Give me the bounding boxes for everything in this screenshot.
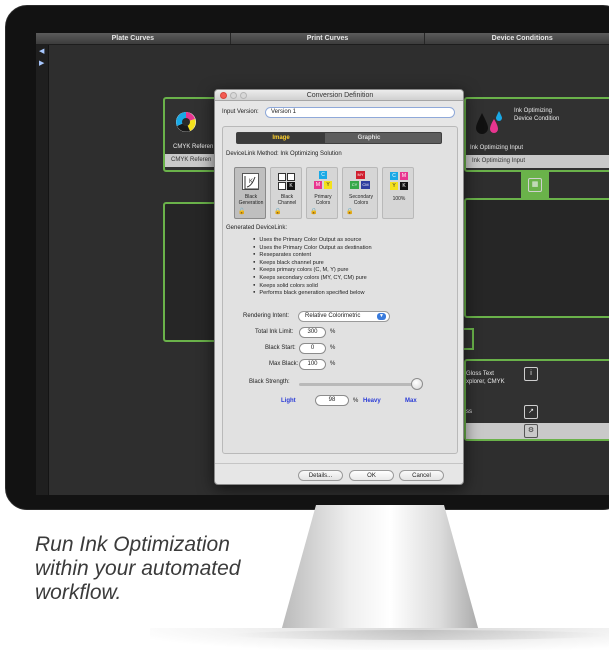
expand-right-icon[interactable]: ▶ [39,59,44,67]
node-bar: Ink Optimizing Input [466,155,609,168]
settings-panel: Image Graphic DeviceLink Method: Ink Opt… [222,126,458,454]
dialog-titlebar: Conversion Definition [215,90,463,101]
marketing-tagline: Run Ink Optimization within your automat… [35,533,295,605]
node-title: CMYK Referen [173,144,214,150]
black-strength-slider-handle[interactable] [410,378,423,390]
method-100-percent[interactable]: C M Y K 100% [382,167,414,219]
light-label: Light [281,398,296,404]
rendering-intent-select[interactable]: Relative Colorimetric ▼ [298,311,390,322]
black-generation-icon: K [242,173,259,190]
collapse-left-icon[interactable]: ◀ [39,47,44,55]
black-strength-label: Black Strength: [249,379,290,385]
node-line3: ss [466,409,472,415]
monitor-stand [280,505,480,635]
total-ink-limit-field[interactable]: 300 [299,327,326,338]
black-channel-icon: K [278,173,295,190]
percent-unit: % [330,329,336,335]
tab-graphic[interactable]: Graphic [325,133,413,143]
conversion-definition-dialog: Conversion Definition Input Version: Ver… [214,89,464,485]
node-line2: xplorer, CMYK [466,379,505,385]
ok-button[interactable]: OK [349,470,394,481]
settings-gear-icon[interactable]: ⚙ [524,424,538,438]
unlock-icon: 🔓 [238,209,246,215]
zoom-window-icon[interactable] [240,92,247,99]
max-black-label: Max Black: [269,361,299,367]
tab-device-conditions[interactable]: Device Conditions [425,33,609,44]
input-version-field[interactable]: Version 1 [265,107,455,118]
rendering-intent-label: Rendering Intent: [243,313,290,319]
method-black-channel[interactable]: K Black Channel 🔒 [270,167,302,219]
black-start-label: Black Start: [265,345,296,351]
secondary-colors-icon: MY CY CM [350,171,370,189]
right-lower-node[interactable] [464,198,609,318]
chevron-down-icon: ▼ [377,313,386,320]
node-subtitle: Ink Optimizing Input [470,145,524,151]
black-strength-field[interactable]: 98 [315,395,349,406]
dialog-title: Conversion Definition [306,92,374,99]
cancel-button[interactable]: Cancel [399,470,444,481]
close-window-icon[interactable] [220,92,227,99]
tagline-line: Run Ink Optimization [35,533,230,556]
lock-icon: 🔒 [274,209,282,215]
gloss-text-node[interactable]: Gloss Text xplorer, CMYK ss i ↗ ⚙ [464,359,609,441]
lock-icon: 🔒 [310,209,318,215]
ink-drops-icon [476,111,502,134]
node-line1: Gloss Text [466,371,494,377]
list-item: Reseparates content [253,251,453,259]
total-ink-limit-label: Total Ink Limit: [255,329,294,335]
list-item: Keeps secondary colors (MY, CY, CM) pure [253,274,453,282]
minimize-window-icon[interactable] [230,92,237,99]
tagline-line: workflow. [35,581,122,604]
tab-image[interactable]: Image [237,133,325,143]
edit-icon[interactable]: ↗ [524,405,538,419]
list-item: Keeps black channel pure [253,259,453,267]
black-strength-slider-track[interactable] [299,383,419,386]
image-graphic-switch: Image Graphic [236,132,442,144]
cmyk-100-icon: C M Y K [390,172,408,190]
list-item: Uses the Primary Color Output as source [253,236,453,244]
method-secondary-colors[interactable]: MY CY CM Secondary Colors 🔒 [342,167,378,219]
monitor-base-shadow [230,630,609,640]
tab-spacer [413,133,441,143]
heavy-label: Heavy [363,398,381,404]
output-port-icon[interactable]: ▦ [528,178,542,192]
app-screen: Plate Curves Print Curves Device Conditi… [36,33,609,495]
max-label: Max [405,398,417,404]
left-sidebar: ◀ ▶ [36,45,49,495]
method-primary-colors[interactable]: C M Y Primary Colors 🔒 [306,167,338,219]
list-item: Keeps solid colors solid [253,282,453,290]
color-wheel-icon [176,112,196,132]
node-title-line2: Device Condition [514,116,560,122]
tab-plate-curves[interactable]: Plate Curves [36,33,231,44]
port-stub [464,328,474,350]
list-item: Uses the Primary Color Output as destina… [253,244,453,252]
ink-optimizing-node[interactable]: Ink Optimizing Device Condition Ink Opti… [464,97,609,172]
tab-print-curves[interactable]: Print Curves [231,33,426,44]
percent-unit: % [330,345,336,351]
max-black-field[interactable]: 100 [299,359,326,370]
lock-icon: 🔒 [346,209,354,215]
list-item: Performs black generation specified belo… [253,289,453,297]
devicelink-method-heading: DeviceLink Method: Ink Optimizing Soluti… [226,151,342,157]
tagline-line: within your automated [35,557,241,580]
node-title-line1: Ink Optimizing [514,108,553,114]
method-black-generation[interactable]: K Black Generation 🔓 [234,167,266,219]
devicelink-bullet-list: Uses the Primary Color Output as source … [253,236,453,297]
app-header: Plate Curves Print Curves Device Conditi… [36,33,609,45]
percent-unit: % [353,398,359,404]
footer-divider [215,463,463,464]
node-connector: ▦ [521,172,549,198]
percent-unit: % [330,361,336,367]
input-version-label: Input Version: [222,109,259,115]
info-icon[interactable]: i [524,367,538,381]
list-item: Keeps primary colors (C, M, Y) pure [253,266,453,274]
node-footer-bar: ⚙ [466,423,609,439]
generated-devicelink-heading: Generated DeviceLink: [226,225,288,231]
details-button[interactable]: Details... [298,470,343,481]
svg-text:K: K [249,179,253,185]
black-start-field[interactable]: 0 [299,343,326,354]
primary-colors-icon: C M Y [314,171,332,191]
